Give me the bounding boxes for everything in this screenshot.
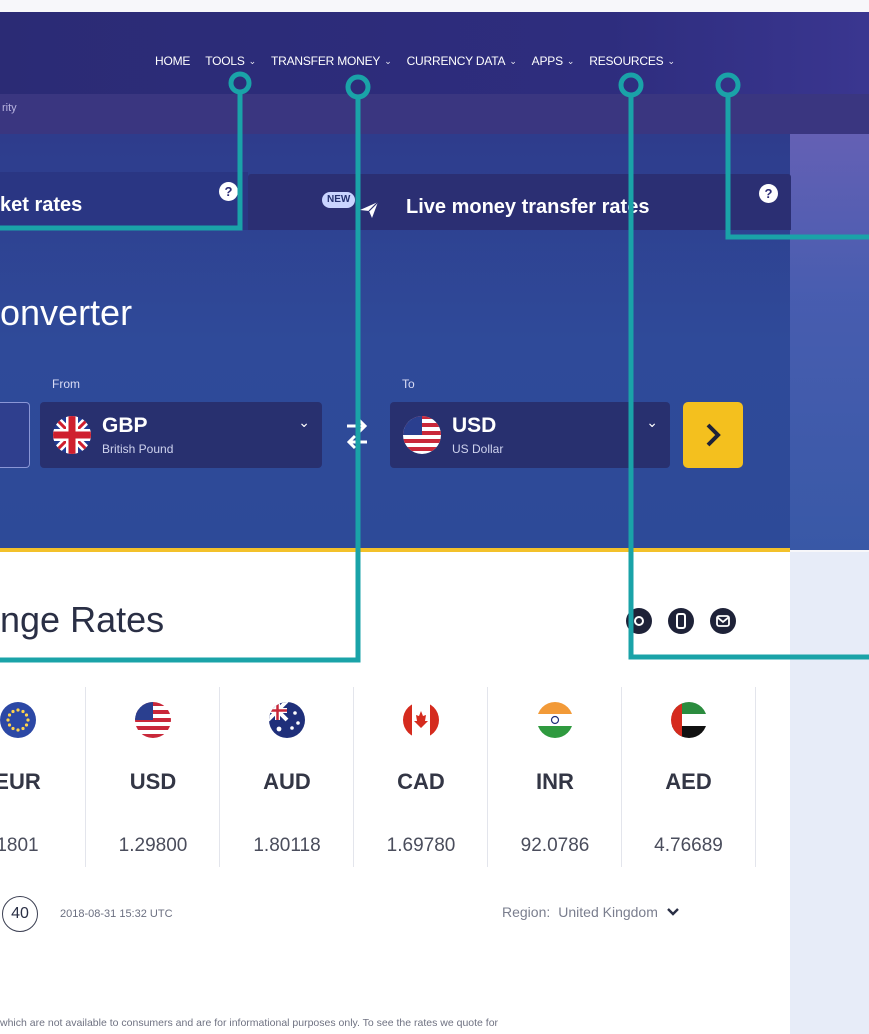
ae-flag-icon: [670, 702, 707, 738]
tab-live-transfer-rates[interactable]: NEW Live money transfer rates ?: [248, 174, 791, 230]
eu-flag-icon: [0, 702, 36, 738]
rate-value: 1.80118: [253, 835, 321, 856]
nav-item-tools[interactable]: TOOLS ⌄: [205, 54, 256, 68]
help-icon[interactable]: ?: [219, 182, 238, 201]
nav-item-label: HOME: [155, 54, 191, 68]
converter-title: onverter: [0, 292, 133, 333]
currency-code: USD: [129, 769, 177, 794]
hero-side-gradient: [790, 134, 869, 550]
nav-menu: HOME TOOLS ⌄ TRANSFER MONEY ⌄ CURRENCY D…: [155, 54, 675, 68]
in-flag-icon: [537, 702, 573, 738]
ca-flag-icon: [403, 702, 439, 738]
region-value: United Kingdom: [558, 904, 658, 920]
chevron-down-icon: ⌄: [248, 55, 257, 66]
chevron-right-icon: [706, 423, 721, 447]
paper-plane-icon: [360, 201, 379, 218]
currency-name: US Dollar: [452, 442, 504, 456]
sub-nav: rity: [0, 94, 869, 134]
rate-column-aud[interactable]: AUD 1.80118: [219, 687, 354, 867]
from-currency-select[interactable]: GBP British Pound ⌄: [40, 402, 322, 468]
currency-code: EUR: [0, 769, 41, 794]
nav-item-home[interactable]: HOME: [155, 54, 190, 68]
rate-column-cad[interactable]: CAD 1.69780: [353, 687, 488, 867]
nav-item-label: RESOURCES: [589, 54, 664, 68]
rate-column-aed[interactable]: AED 4.76689: [621, 687, 756, 867]
rate-value: 1.69780: [386, 835, 456, 856]
top-nav: HOME TOOLS ⌄ TRANSFER MONEY ⌄ CURRENCY D…: [0, 12, 869, 94]
rate-value: 4.76689: [654, 835, 723, 856]
currency-code: GBP: [102, 414, 148, 437]
converter-hero: ket rates ? NEW Live money transfer rate…: [0, 134, 869, 550]
convert-button[interactable]: [683, 402, 743, 468]
nav-item-apps[interactable]: APPS ⌄: [532, 54, 575, 68]
disclaimer-text: which are not available to consumers and…: [0, 1017, 499, 1029]
nav-item-currency-data[interactable]: CURRENCY DATA ⌄: [407, 54, 517, 68]
to-currency-select[interactable]: USD US Dollar ⌄: [390, 402, 670, 468]
chevron-down-icon: ⌄: [384, 55, 392, 66]
tab-label: Live money transfer rates: [406, 196, 650, 218]
share-icon[interactable]: [626, 608, 652, 634]
nav-item-label: TOOLS: [205, 54, 245, 68]
currency-code: CAD: [397, 769, 445, 794]
swap-arrows-icon[interactable]: [343, 416, 371, 452]
uk-flag-icon: [53, 416, 91, 454]
amount-input[interactable]: [0, 402, 30, 468]
from-label: From: [52, 377, 80, 391]
rate-value: 92.0786: [520, 835, 590, 856]
currency-name: British Pound: [102, 442, 174, 456]
side-panel: [790, 552, 869, 1034]
chevron-down-icon: ⌄: [298, 414, 310, 430]
currency-code: USD: [452, 414, 497, 437]
rate-value: 1.29800: [118, 835, 188, 856]
chevron-down-icon: ⌄: [667, 55, 675, 66]
chevron-down-icon: ⌄: [566, 55, 575, 66]
rate-column-inr[interactable]: INR 92.0786: [487, 687, 622, 867]
new-badge: NEW: [322, 192, 356, 208]
mobile-icon[interactable]: [668, 608, 694, 634]
rates-title: nge Rates: [0, 599, 165, 640]
nav-item-label: APPS: [531, 54, 563, 68]
chevron-down-icon: [667, 908, 679, 916]
tab-market-rates[interactable]: ket rates ?: [0, 172, 248, 230]
email-icon[interactable]: [710, 608, 736, 634]
currency-code: INR: [536, 769, 574, 794]
currency-count-badge[interactable]: 40: [2, 896, 38, 932]
chevron-down-icon: ⌄: [509, 55, 517, 66]
currency-code: AUD: [263, 769, 311, 794]
region-selector[interactable]: Region: United Kingdom: [502, 904, 680, 920]
rate-column-usd[interactable]: USD 1.29800: [85, 687, 220, 867]
chevron-down-icon: ⌄: [646, 414, 658, 430]
to-label: To: [402, 377, 415, 391]
nav-item-transfer-money[interactable]: TRANSFER MONEY ⌄: [271, 54, 392, 68]
us-flag-icon: [403, 416, 441, 454]
help-icon[interactable]: ?: [759, 184, 778, 203]
rates-timestamp: 2018-08-31 15:32 UTC: [60, 908, 173, 920]
nav-item-resources[interactable]: RESOURCES ⌄: [589, 54, 675, 68]
currency-code: AED: [665, 769, 712, 794]
au-flag-icon: [269, 702, 305, 738]
nav-item-label: TRANSFER MONEY: [271, 54, 381, 68]
region-label: Region:: [502, 904, 551, 920]
nav-item-label: CURRENCY DATA: [406, 54, 506, 68]
exchange-rates-panel: nge Rates EUR 1801 USD 1.29800 AUD 1.801…: [0, 552, 790, 1034]
tab-label: ket rates: [0, 194, 83, 216]
rate-value: 1801: [0, 835, 39, 856]
breadcrumb[interactable]: rity: [2, 102, 17, 114]
rate-column-eur[interactable]: EUR 1801: [0, 687, 85, 867]
us-flag-icon: [135, 702, 171, 738]
